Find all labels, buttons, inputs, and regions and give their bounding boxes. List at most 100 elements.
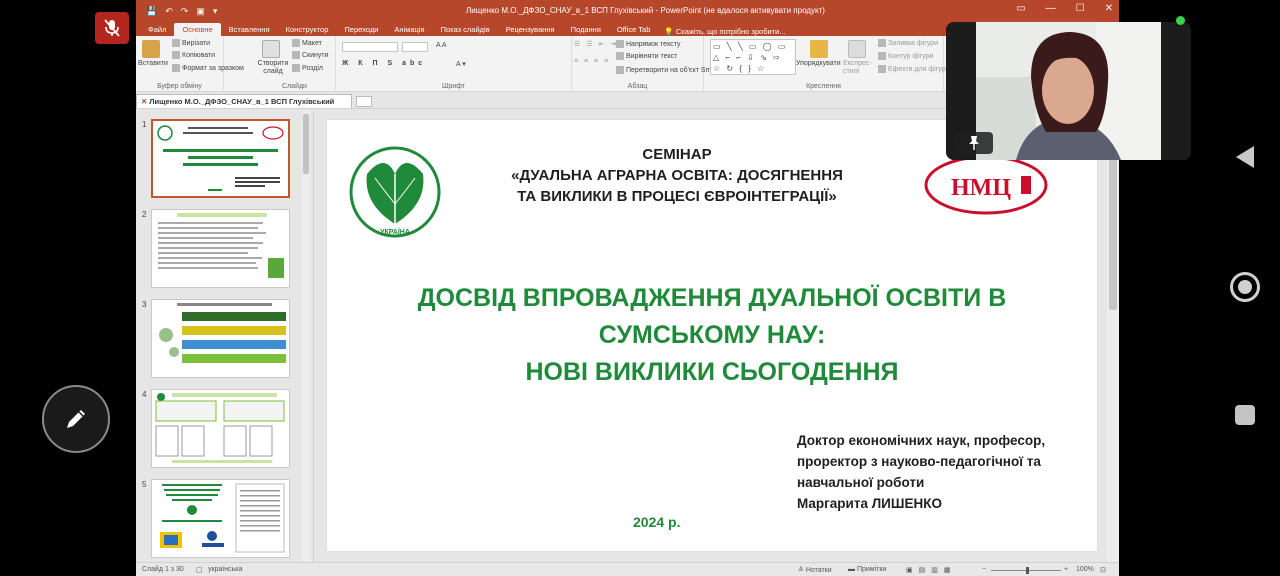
tab-animations[interactable]: Анімація [386,25,432,36]
save-icon[interactable]: 💾 [146,6,157,17]
pencil-icon [67,410,85,428]
quick-styles-button[interactable]: Експрес-стилі [843,60,873,76]
cut-label: Вирізати [182,39,211,47]
slide-thumbnail-5[interactable] [151,479,290,558]
seminar-label: СЕМІНАР [642,146,712,163]
tell-me-search[interactable]: 💡 Скажіть, що потрібно зробити... [658,27,785,36]
customize-qat-icon[interactable]: ▾ [213,6,218,17]
layout-label: Макет [302,39,322,47]
tab-view[interactable]: Подання [563,25,609,36]
shape-outline-icon [878,52,886,60]
tab-review[interactable]: Рецензування [498,25,563,36]
section-button[interactable]: Розділ [292,64,323,72]
tab-office-tab[interactable]: Office Tab [609,25,659,36]
shapes-gallery[interactable]: ▭ ╲ ╲ ▭ ◯ ▭ △ ⌐ ⌐ ⇩ ⇘ ⇨ ☆ ↻ { } ☆ [710,39,796,75]
current-slide[interactable]: УКРАЇНА НМЦ СЕМІНАР «ДУАЛЬНА АГРАРНА ОСВ… [327,120,1097,551]
paragraph-group-label: Абзац [627,83,648,90]
paste-button[interactable]: Вставити [138,60,168,67]
tab-insert[interactable]: Вставлення [221,25,278,36]
font-color-icon[interactable]: A ▾ [456,60,466,68]
document-tab[interactable]: ✕ Лищенко М.О._ДФЗО_СНАУ_в_1 ВСП Глухівсь… [136,94,352,108]
slide-editor-area: УКРАЇНА НМЦ СЕМІНАР «ДУАЛЬНА АГРАРНА ОСВ… [314,110,1119,562]
copy-label: Копіювати [182,51,216,59]
smartart-icon [616,66,624,74]
zoom-slider-thumb[interactable] [1026,567,1029,574]
undo-icon[interactable]: ↶ [165,6,173,17]
close-icon[interactable]: ✕ [1105,3,1113,14]
paragraph-group: ☰ ☰ ⇤ ⇥ ≡ ≡ ≡ ≡ Напрямок тексту Вирівнят… [572,36,729,92]
reset-button[interactable]: Скинути [292,51,329,59]
slide-thumbnail-3[interactable] [151,299,290,378]
slide-thumbnail-1[interactable] [151,119,290,198]
tab-design[interactable]: Конструктор [278,25,337,36]
comments-button[interactable]: ▬ Примітки [848,566,886,573]
ribbon-display-icon[interactable]: ▭ [1016,3,1025,14]
language-indicator[interactable]: українська [208,566,242,573]
notes-button[interactable]: ≙ Нотатки [798,566,832,574]
text-direction-button[interactable]: Напрямок тексту [616,40,681,48]
quick-access-toolbar: 💾 ↶ ↷ ▣ ▾ [136,6,217,17]
spellcheck-icon[interactable]: ▢ [196,566,203,574]
align-text-button[interactable]: Вирівняти текст [616,52,677,60]
pin-video-button[interactable] [955,132,993,154]
copy-button[interactable]: Копіювати [172,51,215,59]
shape-outline-button[interactable]: Контур фігури [878,52,933,60]
new-slide-button[interactable]: Створити слайд [256,60,290,76]
paste-icon[interactable] [142,40,160,58]
font-name-combo[interactable] [342,42,398,52]
close-tab-icon[interactable]: ✕ [141,97,147,106]
font-format-buttons[interactable]: Ж К П S abc [342,60,426,67]
align-buttons[interactable]: ≡ ≡ ≡ ≡ [574,58,610,65]
font-grow-shrink[interactable]: A A [436,42,447,49]
author-line3: навчальної роботи [797,475,925,490]
tab-file[interactable]: Файл [140,25,174,36]
slide-scrollbar[interactable] [1107,110,1119,562]
slide-title: ДОСВІД ВПРОВАДЖЕННЯ ДУАЛЬНОЇ ОСВІТИ В СУ… [357,280,1067,391]
shape-fill-button[interactable]: Заливка фігури [878,39,938,47]
nav-recents-icon[interactable] [1235,405,1255,425]
author-block: Доктор економічних наук, професор, проре… [797,430,1087,514]
list-buttons[interactable]: ☰ ☰ ⇤ ⇥ [574,40,618,48]
quick-styles-icon[interactable] [848,40,866,58]
slide-thumbnail-4[interactable] [151,389,290,468]
annotate-button[interactable] [42,385,110,453]
shape-outline-label: Контур фігури [888,52,934,60]
tab-slideshow[interactable]: Показ слайдів [433,25,498,36]
zoom-out-icon[interactable]: − [982,566,986,573]
nav-back-icon[interactable] [1232,144,1258,170]
thumb-number: 4 [142,390,147,399]
cut-button[interactable]: Вирізати [172,39,210,47]
format-painter-button[interactable]: Формат за зразком [172,64,244,72]
slide-title-line1: ДОСВІД ВПРОВАДЖЕННЯ ДУАЛЬНОЇ ОСВІТИ В [417,284,1007,312]
thumbnail-scroll-thumb[interactable] [303,114,309,174]
thumbnail-scrollbar[interactable] [302,110,310,562]
minimize-icon[interactable]: — [1046,3,1056,14]
arrange-button[interactable]: Упорядкувати [796,60,841,67]
pin-icon [969,136,979,150]
zoom-in-icon[interactable]: + [1064,566,1068,573]
slide-thumbnail-2[interactable] [151,209,290,288]
tab-transitions[interactable]: Переходи [336,25,386,36]
shape-effects-button[interactable]: Ефекти для фігур [878,65,946,73]
font-size-combo[interactable] [402,42,428,52]
view-buttons[interactable]: ▣▤▥▦ [906,566,956,574]
comments-label: Примітки [856,566,887,573]
start-slideshow-icon[interactable]: ▣ [196,6,205,17]
layout-button[interactable]: Макет [292,39,322,47]
new-slide-icon[interactable] [262,40,280,58]
zoom-level[interactable]: 100% [1076,566,1094,573]
mic-muted-button[interactable] [95,12,129,44]
tell-me-text: Скажіть, що потрібно зробити... [675,27,786,36]
copy-icon [172,51,180,59]
tab-home[interactable]: Основне [174,23,221,36]
new-tab-button[interactable] [356,96,372,107]
redo-icon[interactable]: ↷ [181,6,189,17]
thumb-number: 3 [142,300,147,309]
arrange-icon[interactable] [810,40,828,58]
maximize-icon[interactable]: ☐ [1076,3,1085,14]
thumb-number: 1 [142,120,147,129]
nav-home-icon[interactable] [1230,272,1260,302]
fit-slide-icon[interactable]: ⊡ [1100,566,1106,574]
shape-effects-icon [878,65,886,73]
seminar-title-line2: ТА ВИКЛИКИ В ПРОЦЕСІ ЄВРОІНТЕГРАЦІЇ» [517,188,837,205]
